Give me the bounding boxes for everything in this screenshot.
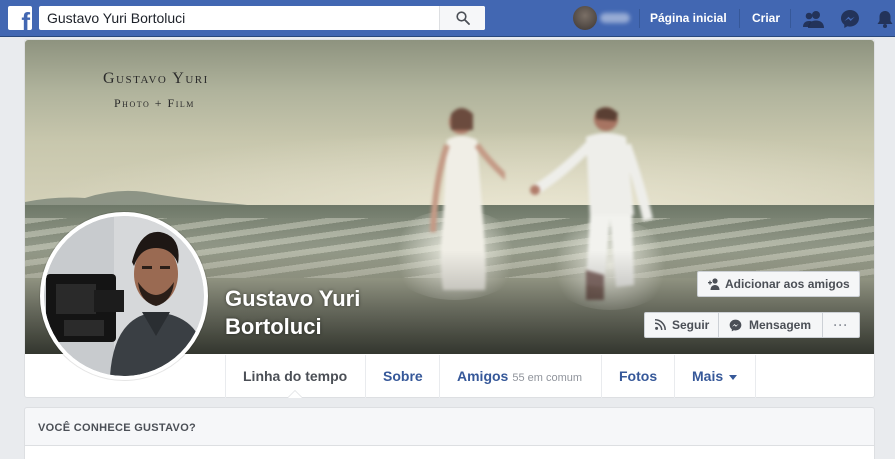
add-friend-button[interactable]: Adicionar aos amigos [697,271,860,297]
create-link[interactable]: Criar [752,11,780,25]
top-navigation-bar: f Página inicial Criar [0,0,895,37]
add-friend-label: Adicionar aos amigos [725,277,850,291]
follow-button[interactable]: Seguir [644,312,719,338]
user-name-blurred[interactable] [600,13,630,23]
search-bar [39,6,485,30]
rss-follow-icon [655,319,666,330]
facebook-logo[interactable]: f [8,6,32,30]
tab-friends[interactable]: Amigos 55 em comum [439,355,601,398]
tab-timeline-label: Linha do tempo [243,368,348,384]
messenger-icon[interactable] [840,9,860,29]
mutual-friends-count: 55 em comum [512,372,583,384]
tab-more-label: Mais [692,368,724,384]
tab-photos[interactable]: Fotos [601,355,674,398]
cover-brand-title: Gustavo Yuri [103,70,209,87]
search-button[interactable] [439,6,485,30]
home-link[interactable]: Página inicial [650,11,727,25]
cover-brand-subtitle: Photo + Film [114,96,195,110]
tab-about[interactable]: Sobre [365,355,439,398]
message-label: Mensagem [749,318,812,332]
search-icon [456,11,470,25]
caret-down-icon [729,374,738,380]
nav-divider [639,9,640,28]
user-avatar[interactable] [573,6,597,30]
more-options-button[interactable]: ··· [822,312,860,338]
follow-label: Seguir [672,318,710,332]
tab-photos-label: Fotos [619,368,658,384]
profile-name[interactable]: Gustavo Yuri Bortoluci [225,285,425,341]
notifications-icon[interactable] [875,9,895,29]
profile-picture[interactable] [40,212,208,380]
active-tab-indicator [287,390,303,398]
nav-divider [790,9,791,28]
nav-divider [739,9,740,28]
message-button[interactable]: Mensagem [718,312,823,338]
messenger-small-icon [729,319,742,332]
tab-more[interactable]: Mais [674,355,756,398]
do-you-know-card: VOCÊ CONHECE GUSTAVO? [24,407,875,459]
do-you-know-title: VOCÊ CONHECE GUSTAVO? [38,422,197,434]
friend-requests-icon[interactable] [803,9,824,29]
search-input[interactable] [39,6,439,30]
add-friend-icon [708,278,720,290]
tab-about-label: Sobre [383,368,423,384]
do-you-know-body [25,445,874,459]
profile-header-card: Gustavo Yuri Photo + Film Gustavo Yuri B… [24,39,875,398]
profile-picture-image [44,216,204,376]
tab-friends-label: Amigos [457,368,509,384]
